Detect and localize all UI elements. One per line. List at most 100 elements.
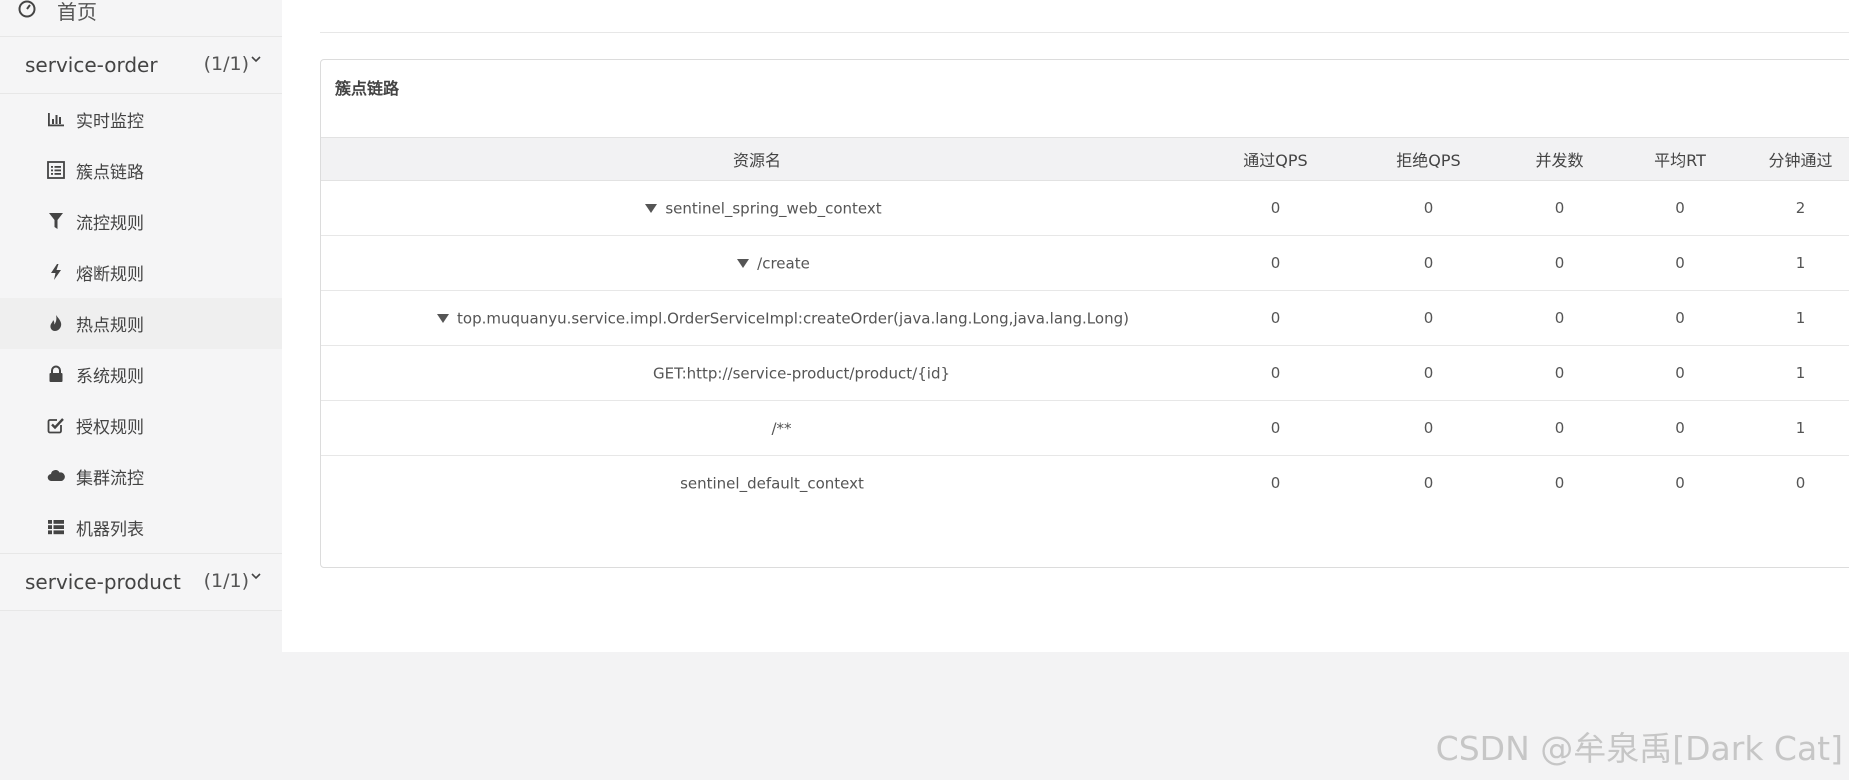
main-content: 簇点链路 资源名 通过QPS 拒绝QPS 并发数 平均RT 分钟通过 senti… xyxy=(282,0,1849,652)
sidebar-item-label: 簇点链路 xyxy=(76,163,144,183)
resource-cell: GET:http://service-product/product/{id} xyxy=(321,345,1193,401)
sidebar: 首页 service-order (1/1) 实时监控 簇点链路 流控规则 熔断… xyxy=(0,0,283,611)
sidebar-item-label: 集群流控 xyxy=(76,469,144,489)
app-menu: 实时监控 簇点链路 流控规则 熔断规则 热点规则 系统规则 授权规则 集群流控 … xyxy=(0,94,282,553)
column-header[interactable]: 通过QPS xyxy=(1193,137,1358,181)
sidebar-item-label: 热点规则 xyxy=(76,316,144,336)
caret-down-icon[interactable] xyxy=(645,203,658,213)
sidebar-item-auth-rules[interactable]: 授权规则 xyxy=(0,400,282,451)
table-row[interactable]: top.muquanyu.service.impl.OrderServiceIm… xyxy=(321,290,1849,346)
sidebar-item-label: 首页 xyxy=(57,0,97,24)
resource-cell: sentinel_default_context xyxy=(321,456,1193,511)
resource-cell: sentinel_spring_web_context xyxy=(321,180,1193,236)
avg-rt-cell: 0 xyxy=(1620,235,1740,291)
avg-rt-cell: 0 xyxy=(1620,180,1740,236)
concurrency-cell: 0 xyxy=(1499,345,1620,401)
sidebar-item-system-rules[interactable]: 系统规则 xyxy=(0,349,282,400)
sidebar-item-realtime-monitor[interactable]: 实时监控 xyxy=(0,94,282,145)
pass-qps-cell: 0 xyxy=(1193,180,1358,236)
minute-pass-cell: 1 xyxy=(1740,400,1849,456)
column-header[interactable]: 分钟通过 xyxy=(1740,137,1849,181)
caret-down-icon[interactable] xyxy=(437,313,450,323)
sidebar-item-flow-rules[interactable]: 流控规则 xyxy=(0,196,282,247)
lock-icon xyxy=(49,365,63,382)
column-header[interactable]: 拒绝QPS xyxy=(1358,137,1499,181)
block-qps-cell: 0 xyxy=(1358,345,1499,401)
dashboard-icon xyxy=(18,0,36,18)
resource-cell: /create xyxy=(321,235,1193,291)
sidebar-item-label: 实时监控 xyxy=(76,112,144,132)
concurrency-cell: 0 xyxy=(1499,235,1620,291)
resource-name: /create xyxy=(757,254,810,273)
app-header-service-product[interactable]: service-product (1/1) xyxy=(0,553,282,611)
block-qps-cell: 0 xyxy=(1423,474,1434,492)
pass-qps-cell: 0 xyxy=(1193,290,1358,346)
pass-qps-cell: 0 xyxy=(1270,474,1281,492)
table-header-row: 资源名 通过QPS 拒绝QPS 并发数 平均RT 分钟通过 xyxy=(321,137,1849,181)
pass-qps-cell: 0 xyxy=(1193,345,1358,401)
table-row[interactable]: sentinel_spring_web_context 0 0 0 0 2 xyxy=(321,180,1849,236)
chevron-down-icon xyxy=(251,56,261,63)
th-list-icon xyxy=(48,520,64,535)
list-alt-icon xyxy=(47,161,65,179)
concurrency-cell: 0 xyxy=(1499,400,1620,456)
panel-title: 簇点链路 xyxy=(335,79,400,98)
minute-pass-cell: 1 xyxy=(1740,290,1849,346)
resource-cell: top.muquanyu.service.impl.OrderServiceIm… xyxy=(321,290,1193,346)
app-name: service-product xyxy=(25,570,181,594)
column-header[interactable]: 平均RT xyxy=(1620,137,1740,181)
column-header[interactable]: 资源名 xyxy=(321,137,1193,181)
app-count: (1/1) xyxy=(203,570,249,592)
caret-down-icon[interactable] xyxy=(737,258,750,268)
table-row[interactable]: /** 0 0 0 0 1 xyxy=(321,400,1849,456)
app-name: service-order xyxy=(25,53,158,77)
resource-name: sentinel_default_context xyxy=(680,474,864,493)
sidebar-item-label: 机器列表 xyxy=(76,520,144,540)
sidebar-item-cluster-flow[interactable]: 集群流控 xyxy=(0,451,282,502)
bar-chart-icon xyxy=(48,113,64,127)
block-qps-cell: 0 xyxy=(1358,235,1499,291)
minute-pass-cell: 1 xyxy=(1740,345,1849,401)
concurrency-cell: 0 xyxy=(1554,474,1565,492)
table-row[interactable]: GET:http://service-product/product/{id} 0… xyxy=(321,345,1849,401)
pass-qps-cell: 0 xyxy=(1193,235,1358,291)
sidebar-item-cluster-link[interactable]: 簇点链路 xyxy=(0,145,282,196)
avg-rt-cell: 0 xyxy=(1675,474,1685,492)
sidebar-item-hotspot-rules[interactable]: 热点规则 xyxy=(0,298,282,349)
concurrency-cell: 0 xyxy=(1499,180,1620,236)
app-header-service-order[interactable]: service-order (1/1) xyxy=(0,37,282,94)
minute-pass-cell: 2 xyxy=(1740,180,1849,236)
sidebar-item-machine-list[interactable]: 机器列表 xyxy=(0,502,282,553)
avg-rt-cell: 0 xyxy=(1620,400,1740,456)
cloud-icon xyxy=(47,470,65,482)
flash-icon xyxy=(51,264,61,280)
watermark: CSDN @牟泉禹[Dark Cat] xyxy=(1435,729,1843,768)
divider xyxy=(320,32,1849,33)
resource-name: /** xyxy=(771,419,792,438)
sidebar-item-label: 熔断规则 xyxy=(76,265,144,285)
block-qps-cell: 0 xyxy=(1358,290,1499,346)
sidebar-item-label: 系统规则 xyxy=(76,367,144,387)
table-row[interactable]: /create 0 0 0 0 1 xyxy=(321,235,1849,291)
app-count: (1/1) xyxy=(203,53,249,75)
sidebar-item-degrade-rules[interactable]: 熔断规则 xyxy=(0,247,282,298)
resource-name: sentinel_spring_web_context xyxy=(665,199,882,218)
resource-cell: /** xyxy=(321,400,1193,456)
sidebar-item-label: 授权规则 xyxy=(76,418,144,438)
sidebar-item-home[interactable]: 首页 xyxy=(0,0,282,37)
cluster-link-panel: 簇点链路 资源名 通过QPS 拒绝QPS 并发数 平均RT 分钟通过 senti… xyxy=(320,59,1849,568)
table-row[interactable]: sentinel_default_context 0 0 0 0 0 xyxy=(321,456,1849,511)
column-header[interactable]: 并发数 xyxy=(1499,137,1620,181)
check-icon xyxy=(47,418,64,434)
fire-icon xyxy=(50,315,62,331)
sidebar-item-label: 流控规则 xyxy=(76,214,144,234)
resource-name: top.muquanyu.service.impl.OrderServiceIm… xyxy=(457,309,1129,328)
minute-pass-cell: 1 xyxy=(1740,235,1849,291)
block-qps-cell: 0 xyxy=(1358,400,1499,456)
filter-icon xyxy=(49,213,63,229)
resource-tree-table: 资源名 通过QPS 拒绝QPS 并发数 平均RT 分钟通过 sentinel_s… xyxy=(321,137,1849,510)
avg-rt-cell: 0 xyxy=(1620,345,1740,401)
avg-rt-cell: 0 xyxy=(1620,290,1740,346)
pass-qps-cell: 0 xyxy=(1193,400,1358,456)
block-qps-cell: 0 xyxy=(1358,180,1499,236)
